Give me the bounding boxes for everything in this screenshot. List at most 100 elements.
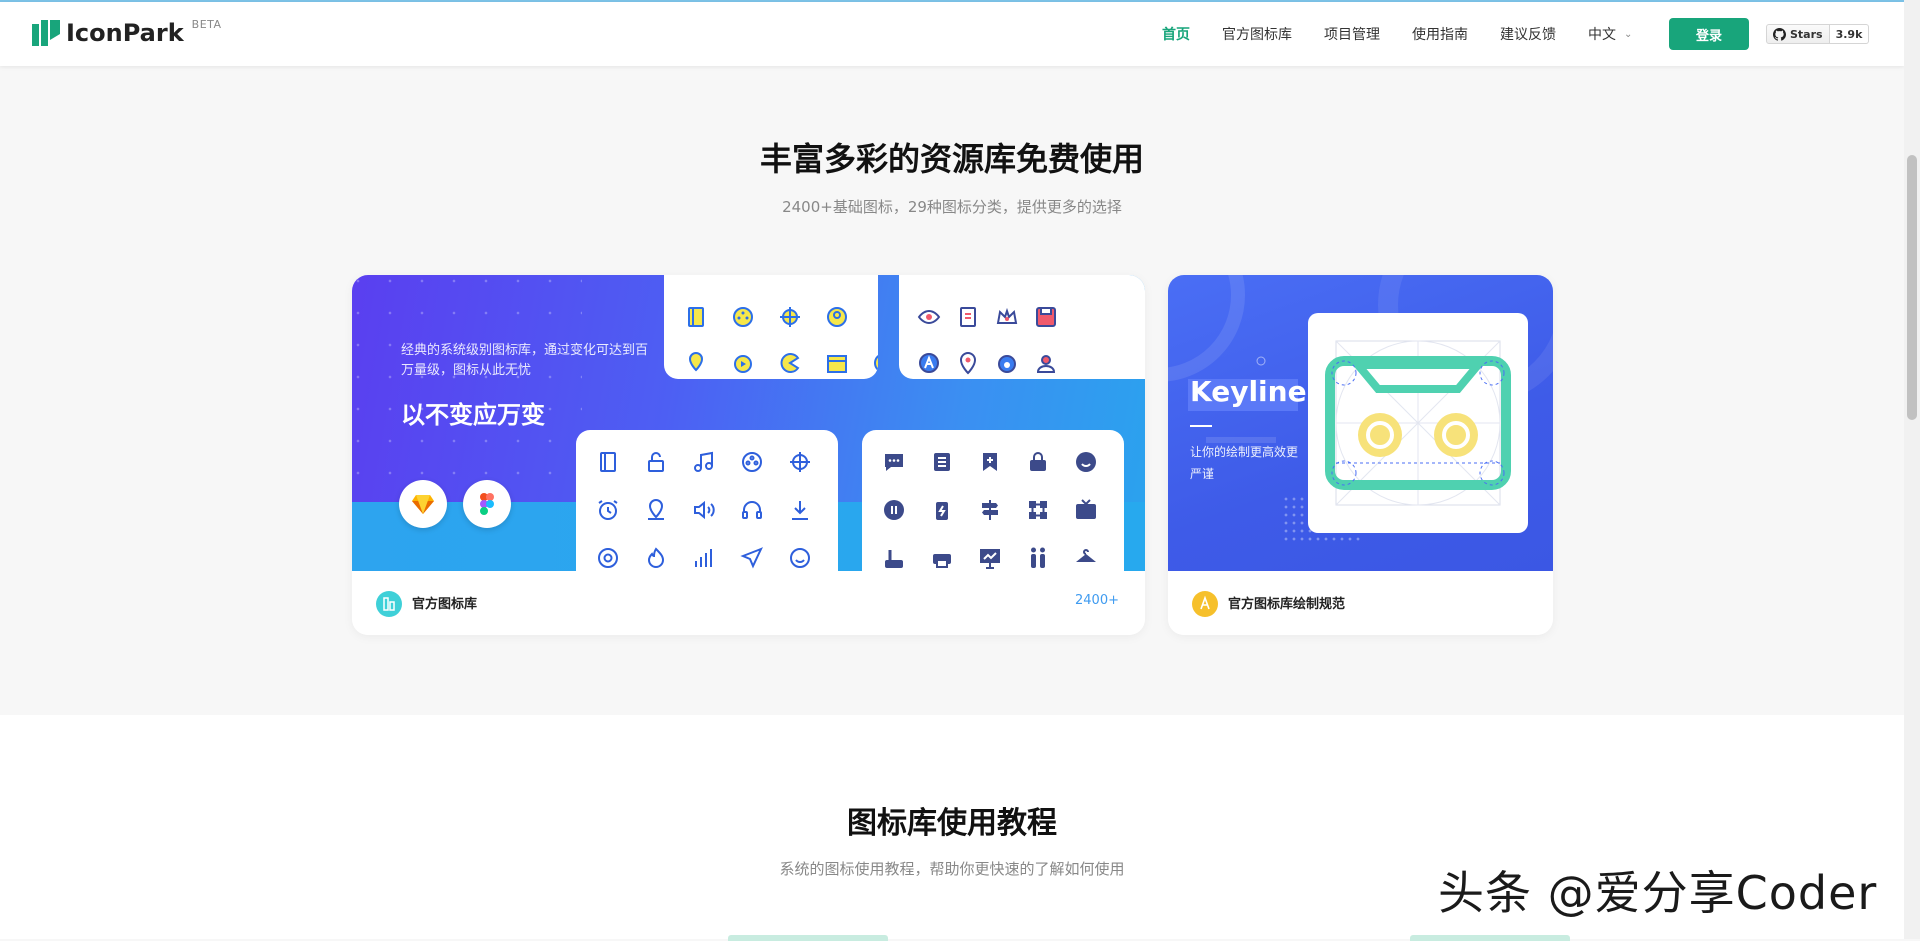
pause-icon <box>882 498 906 522</box>
lock-icon <box>1026 450 1050 474</box>
keyline-grid-icon <box>1325 340 1511 506</box>
bag-top-icon <box>917 275 941 283</box>
tutorial-title: 图标库使用教程 <box>847 806 1057 841</box>
keyline-card[interactable]: Keyline 让你的绘制更高效更严谨 官方图标库绘制规范 <box>1168 275 1553 635</box>
joystick-icon <box>882 546 906 570</box>
keyline-illustration <box>1308 313 1528 533</box>
letter-a-icon <box>917 351 941 375</box>
floppy-save-icon <box>1034 305 1058 329</box>
dot-pattern <box>352 275 582 495</box>
pacman-icon <box>778 351 802 375</box>
printer-filled-icon <box>930 546 954 570</box>
iconpark-logo-icon <box>32 20 60 46</box>
card-footer-label: 官方图标库 <box>412 597 478 612</box>
nav-projects[interactable]: 项目管理 <box>1324 24 1380 44</box>
figma-button[interactable] <box>463 480 511 528</box>
bear-icon <box>995 351 1019 375</box>
section-subtitle: 2400+基础图标，29种图标分类，提供更多的选择 <box>782 198 1122 216</box>
section-title: 丰富多彩的资源库免费使用 <box>759 140 1144 178</box>
main-nav: 首页 官方图标库 项目管理 使用指南 建议反馈 中文 ⌄ <box>1162 2 1632 66</box>
language-select[interactable]: 中文 ⌄ <box>1588 24 1632 44</box>
target-icon <box>778 305 802 329</box>
crown-icon <box>995 305 1019 329</box>
person-card-icon <box>1034 351 1058 375</box>
card-headline: 以不变应万变 <box>401 401 545 429</box>
sketch-icon <box>412 495 434 514</box>
disc-icon <box>872 351 878 375</box>
scrollbar-thumb[interactable] <box>1907 155 1917 420</box>
id-top-icon <box>956 275 980 283</box>
download-icon <box>788 498 812 522</box>
unlock-icon <box>644 450 668 474</box>
nav-feedback[interactable]: 建议反馈 <box>1500 24 1556 44</box>
keyline-banner: Keyline 让你的绘制更高效更严谨 <box>1168 275 1553 571</box>
official-icons-card-footer: 官方图标库 2400+ <box>352 571 1145 635</box>
github-stars-button[interactable]: Stars <box>1766 24 1830 44</box>
logo[interactable]: IconPark BETA <box>32 18 222 46</box>
official-icons-card[interactable]: 经典的系统级别图标库，通过变化可达到百万量级，图标从此无忧 以不变应万变 官方图… <box>352 275 1145 635</box>
keyline-card-footer: 官方图标库绘制规范 <box>1168 571 1553 635</box>
github-icon <box>1773 27 1786 41</box>
github-stars-label: Stars <box>1790 27 1823 41</box>
network-icon <box>1026 498 1050 522</box>
figma-icon <box>480 493 494 515</box>
presentation-icon <box>978 546 1002 570</box>
film-reel-outline-icon <box>740 450 764 474</box>
login-button[interactable]: 登录 <box>1669 18 1749 50</box>
fire-play-icon <box>644 546 668 570</box>
nav-guide[interactable]: 使用指南 <box>1412 24 1468 44</box>
send-icon <box>740 546 764 570</box>
film-reel-icon <box>731 305 755 329</box>
notebook-outline-icon <box>596 450 620 474</box>
printer-icon <box>872 275 878 283</box>
top-header: IconPark BETA 首页 官方图标库 项目管理 使用指南 建议反馈 中文… <box>0 2 1904 66</box>
eye-icon <box>917 305 941 329</box>
page-scrollbar[interactable] <box>1904 0 1920 939</box>
alarm-clock-icon <box>596 498 620 522</box>
smile-icon <box>788 546 812 570</box>
tutorial-card-peek <box>728 935 888 941</box>
nav-official-icons[interactable]: 官方图标库 <box>1222 24 1292 44</box>
tv-icon <box>1074 498 1098 522</box>
building-icon <box>684 275 708 283</box>
bar-chart-icon <box>692 546 716 570</box>
play-fire-icon <box>731 351 755 375</box>
card-description: 经典的系统级别图标库，通过变化可达到百万量级，图标从此无忧 <box>401 343 649 378</box>
trophy-icon <box>872 305 878 329</box>
github-stars-count[interactable]: 3.9k <box>1829 24 1870 44</box>
language-label: 中文 <box>1588 27 1616 43</box>
document-icon <box>956 305 980 329</box>
music-icon <box>692 450 716 474</box>
user-avatar-icon <box>825 305 849 329</box>
watermark-text: 头条 @爱分享Coder <box>1438 866 1878 920</box>
colored-icons-panel <box>664 275 878 379</box>
nav-home[interactable]: 首页 <box>1162 24 1190 44</box>
keyline-title: Keyline <box>1190 375 1307 408</box>
save-top-icon <box>1034 275 1058 283</box>
happy-face-icon <box>1074 450 1098 474</box>
crown-top-icon <box>995 275 1019 283</box>
calendar-icon <box>825 351 849 375</box>
signpost-icon <box>978 498 1002 522</box>
volume-icon <box>692 498 716 522</box>
github-stars-widget[interactable]: Stars 3.9k <box>1766 24 1870 44</box>
target-outline-icon <box>788 450 812 474</box>
map-pin-icon <box>956 351 980 375</box>
sketch-button[interactable] <box>399 480 447 528</box>
keyline-divider <box>1190 425 1212 427</box>
chat-icon <box>731 275 755 283</box>
keyline-description: 让你的绘制更高效更严谨 <box>1190 445 1299 481</box>
list-doc-icon <box>930 450 954 474</box>
figures-icon <box>1026 546 1050 570</box>
bookmark-add-icon <box>978 450 1002 474</box>
calendar-top-icon <box>778 275 802 283</box>
face-top-icon <box>825 275 849 283</box>
message-icon <box>882 450 906 474</box>
hanger-icon <box>1074 546 1098 570</box>
keyline-spec-icon <box>1192 591 1218 617</box>
chrome-icon <box>596 546 620 570</box>
tutorial-card-peek <box>1410 935 1570 941</box>
notebook-icon <box>684 305 708 329</box>
filled-icons-panel <box>862 430 1124 571</box>
chevron-down-icon: ⌄ <box>1624 28 1633 40</box>
